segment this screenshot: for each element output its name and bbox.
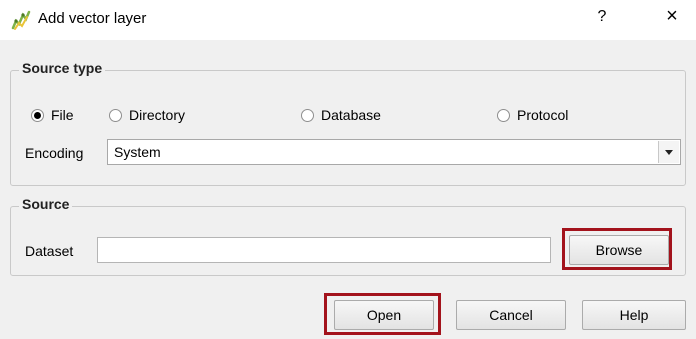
radio-database-label: Database <box>321 107 381 123</box>
cancel-button[interactable]: Cancel <box>456 300 566 330</box>
window-title: Add vector layer <box>38 10 147 27</box>
browse-highlight-box <box>562 228 672 270</box>
dataset-input[interactable] <box>97 237 551 263</box>
radio-database[interactable]: Database <box>301 107 381 123</box>
radio-circle-checked-icon[interactable] <box>31 108 44 122</box>
title-bar: Add vector layer ? × <box>0 0 696 40</box>
radio-protocol-label: Protocol <box>517 107 569 123</box>
close-button[interactable]: × <box>660 5 684 28</box>
chevron-down-icon <box>665 149 673 155</box>
dropdown-arrow-icon[interactable] <box>658 141 679 163</box>
radio-circle-icon[interactable] <box>497 108 510 122</box>
help-button[interactable]: Help <box>582 300 686 330</box>
radio-circle-icon[interactable] <box>301 108 314 122</box>
radio-directory-label: Directory <box>129 107 186 123</box>
dataset-label: Dataset <box>25 243 74 259</box>
radio-protocol[interactable]: Protocol <box>497 107 568 123</box>
qgis-vector-icon <box>11 10 31 30</box>
title-help-button[interactable]: ? <box>592 8 612 26</box>
open-highlight-box <box>324 293 441 335</box>
source-type-group: Source type File Directory Database Prot… <box>10 60 686 186</box>
radio-file-label: File <box>51 107 74 123</box>
radio-directory[interactable]: Directory <box>109 107 185 123</box>
radio-circle-icon[interactable] <box>109 108 122 122</box>
source-title: Source <box>19 196 73 212</box>
encoding-select[interactable]: System <box>107 139 681 165</box>
encoding-label: Encoding <box>25 145 84 161</box>
encoding-value: System <box>114 144 161 160</box>
source-type-title: Source type <box>19 60 106 76</box>
radio-file[interactable]: File <box>31 107 74 123</box>
